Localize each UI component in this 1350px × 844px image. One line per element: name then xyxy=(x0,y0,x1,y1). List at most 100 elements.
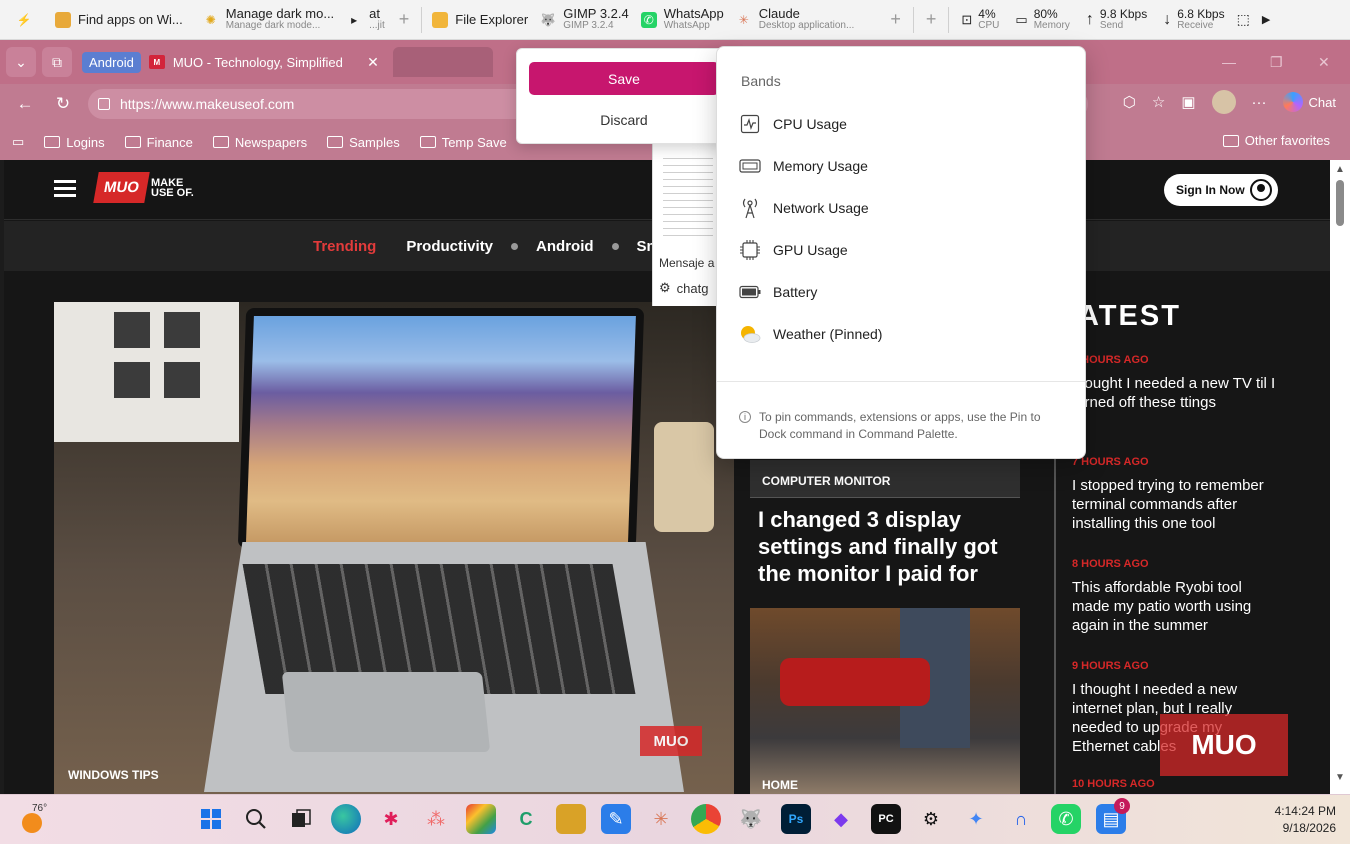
band-battery[interactable]: Battery xyxy=(739,277,817,307)
close-window-icon[interactable]: ✕ xyxy=(1318,54,1330,71)
copilot-chat-button[interactable]: Chat xyxy=(1282,92,1336,112)
favorite-folder-temp-save[interactable]: Temp Save xyxy=(419,135,507,150)
gemini-icon[interactable]: ✦ xyxy=(961,804,991,834)
chatgpt-icon[interactable]: ⚙ xyxy=(916,804,946,834)
dock-pinned-file-explorer[interactable]: File Explorer xyxy=(426,4,534,36)
feature2-category[interactable]: HOME xyxy=(762,778,798,792)
band-label: CPU Usage xyxy=(773,116,847,132)
scrollbar-thumb[interactable] xyxy=(1336,180,1344,226)
app-edit-icon[interactable]: ✎ xyxy=(601,804,631,834)
feature-title[interactable]: I changed 3 display settings and finally… xyxy=(750,506,1022,587)
dock-app-manage-dark-mode[interactable]: ✺ Manage dark mo... Manage dark mode... xyxy=(197,4,340,36)
tab-actions-chevron-icon[interactable]: ⌄ xyxy=(6,47,36,77)
hamburger-menu-icon[interactable] xyxy=(54,180,76,198)
band-weather-pinned[interactable]: Weather (Pinned) xyxy=(739,319,882,349)
restore-icon[interactable]: ❐ xyxy=(1270,54,1283,71)
dock-stat-cpu[interactable]: ⊡ 4% CPU xyxy=(953,8,1007,32)
latest-title[interactable]: This affordable Ryobi tool made my patio… xyxy=(1072,578,1282,635)
latest-title[interactable]: thought I needed a new TV til I turned o… xyxy=(1072,374,1282,412)
chevron-right-icon[interactable]: ▶ xyxy=(1262,13,1270,26)
collections-icon[interactable]: ▣ xyxy=(1181,93,1195,111)
dock-stat-receive[interactable]: ↓ 6.8 Kbps Receive xyxy=(1155,8,1232,32)
latest-item[interactable]: 5 HOURS AGO thought I needed a new TV ti… xyxy=(1072,354,1282,412)
search-icon[interactable] xyxy=(241,804,271,834)
chrome-icon[interactable] xyxy=(691,804,721,834)
profile-pill[interactable]: Android xyxy=(82,51,141,73)
sidebar-toggle-icon[interactable]: ▭ xyxy=(12,134,24,150)
extensions-icon[interactable]: ⬡ xyxy=(1123,93,1136,111)
sign-in-button[interactable]: Sign In Now xyxy=(1164,174,1278,206)
hero-category-label[interactable]: WINDOWS TIPS xyxy=(68,768,159,782)
color-grid-icon[interactable] xyxy=(466,804,496,834)
whatsapp-icon[interactable]: ✆ xyxy=(1051,804,1081,834)
hero-article-image[interactable]: MUO WINDOWS TIPS xyxy=(54,302,734,794)
feature-article[interactable]: COMPUTER MONITOR I changed 3 display set… xyxy=(750,460,1022,587)
save-button[interactable]: Save xyxy=(529,62,719,95)
dock-stat-memory[interactable]: ▭ 80% Memory xyxy=(1007,8,1077,32)
photoshop-icon[interactable]: Ps xyxy=(781,804,811,834)
other-favorites[interactable]: Other favorites xyxy=(1222,133,1330,148)
feature-article-2-image[interactable]: HOME xyxy=(750,608,1020,794)
obsidian-icon[interactable]: ◆ xyxy=(826,804,856,834)
slack-icon[interactable]: ✱ xyxy=(376,804,406,834)
feature-category[interactable]: COMPUTER MONITOR xyxy=(762,474,890,488)
app-tiles-icon[interactable] xyxy=(556,804,586,834)
dock-add-icon[interactable]: + xyxy=(918,9,945,30)
latest-item[interactable]: 10 HOURS AGO xyxy=(1072,778,1282,794)
gpu-chip-icon[interactable]: ⬚ xyxy=(1237,11,1250,28)
nav-trending[interactable]: Trending xyxy=(313,238,376,255)
edge-icon[interactable] xyxy=(331,804,361,834)
site-info-icon[interactable] xyxy=(98,98,110,110)
muo-logo[interactable]: MUO MAKE USE OF. xyxy=(93,172,195,203)
favorite-folder-finance[interactable]: Finance xyxy=(124,135,193,150)
dock-pinned-whatsapp[interactable]: ✆ WhatsApp WhatsApp xyxy=(635,4,730,36)
favorite-folder-samples[interactable]: Samples xyxy=(327,135,400,150)
dock-pinned-claude[interactable]: ✳ Claude Desktop application... xyxy=(730,4,861,36)
favorite-folder-logins[interactable]: Logins xyxy=(44,135,105,150)
scroll-up-icon[interactable]: ▲ xyxy=(1335,164,1345,175)
notification-app-icon[interactable]: ▤ 9 xyxy=(1096,798,1130,834)
dock-add-icon[interactable]: + xyxy=(391,9,418,30)
latest-title[interactable]: I stopped trying to remember terminal co… xyxy=(1072,476,1282,533)
start-windows-icon[interactable] xyxy=(196,804,226,834)
dock-add-icon[interactable]: + xyxy=(882,9,909,30)
taskbar-weather[interactable]: 76° xyxy=(20,803,48,833)
claude-icon[interactable]: ✳ xyxy=(646,804,676,834)
favorite-folder-newspapers[interactable]: Newspapers xyxy=(212,135,307,150)
band-network-usage[interactable]: Network Usage xyxy=(739,193,869,223)
chat-row[interactable]: ⚙ chatg xyxy=(659,280,719,296)
discard-button[interactable]: Discard xyxy=(529,103,719,136)
dock-app-label: Claude xyxy=(758,5,800,21)
favorites-star-icon[interactable]: ☆ xyxy=(1152,93,1165,111)
dock-stat-send[interactable]: ↑ 9.8 Kbps Send xyxy=(1078,8,1155,32)
asana-icon[interactable]: ⁂ xyxy=(421,804,451,834)
taskbar-clock[interactable]: 4:14:24 PM 9/18/2026 xyxy=(1275,803,1336,837)
refresh-icon[interactable]: ↻ xyxy=(50,94,76,114)
close-icon[interactable]: ✕ xyxy=(367,54,379,71)
scroll-down-icon[interactable]: ▼ xyxy=(1335,772,1345,783)
tab-muo[interactable]: M MUO - Technology, Simplified ✕ xyxy=(148,54,389,71)
workspaces-icon[interactable]: ⧉ xyxy=(42,47,72,77)
latest-item[interactable]: 7 HOURS AGO I stopped trying to remember… xyxy=(1072,456,1282,533)
tab-other[interactable] xyxy=(392,47,493,77)
profile-avatar[interactable] xyxy=(1211,90,1236,114)
arc-icon[interactable]: ∩ xyxy=(1006,804,1036,834)
band-memory-usage[interactable]: Memory Usage xyxy=(739,151,868,181)
gimp-icon[interactable]: 🐺 xyxy=(736,804,766,834)
band-cpu-usage[interactable]: CPU Usage xyxy=(739,109,847,139)
dock-app-find-apps[interactable]: ⚡ Find apps on Wi... xyxy=(10,4,189,36)
app-c-icon[interactable]: C xyxy=(511,804,541,834)
task-view-icon[interactable] xyxy=(286,804,316,834)
more-menu-icon[interactable]: ··· xyxy=(1252,94,1267,111)
arrow-down-icon: ↓ xyxy=(1163,10,1172,28)
back-arrow-icon[interactable]: ← xyxy=(12,94,38,114)
pycharm-icon[interactable]: PC xyxy=(871,804,901,834)
page-scrollbar[interactable]: ▲ ▼ xyxy=(1330,160,1350,794)
band-gpu-usage[interactable]: GPU Usage xyxy=(739,235,848,265)
latest-item[interactable]: 8 HOURS AGO This affordable Ryobi tool m… xyxy=(1072,558,1282,635)
minimize-icon[interactable]: — xyxy=(1222,54,1236,70)
dock-app-3[interactable]: ▸ at ...jit xyxy=(340,4,391,36)
nav-android[interactable]: Android xyxy=(536,238,594,255)
nav-productivity[interactable]: Productivity xyxy=(406,238,493,255)
dock-pinned-gimp[interactable]: 🐺 GIMP 3.2.4 GIMP 3.2.4 xyxy=(534,4,635,36)
